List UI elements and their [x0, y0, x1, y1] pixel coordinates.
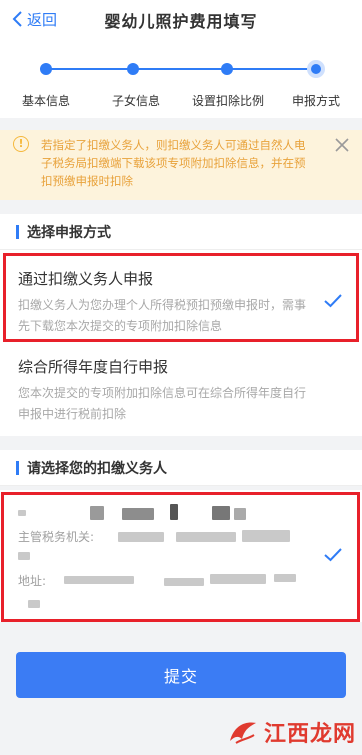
- blurred-name: [122, 508, 154, 520]
- nav-bar: 返回 婴幼儿照护费用填写: [0, 0, 362, 40]
- submit-button[interactable]: 提交: [16, 652, 346, 698]
- blurred-name: [234, 508, 246, 520]
- check-icon: [324, 294, 342, 308]
- close-icon[interactable]: [334, 137, 350, 153]
- blurred-address: [64, 576, 134, 584]
- blurred-tax-office: [118, 532, 164, 542]
- step-dot-3: [221, 63, 233, 75]
- blurred-tax-office: [242, 530, 290, 542]
- address-label: 地址:: [18, 574, 47, 588]
- option-title: 通过扣缴义务人申报: [18, 270, 154, 288]
- method-section-title: 选择申报方式: [27, 224, 111, 241]
- step-label-basic-info: 基本信息: [21, 94, 71, 108]
- blurred-name: [212, 506, 230, 520]
- option-desc: 扣缴义务人为您办理个人所得税预扣预缴申报时，需事先下载您本次提交的专项附加扣除信…: [18, 298, 307, 333]
- blurred-address: [210, 574, 266, 584]
- blurred-address: [164, 578, 204, 586]
- option-title: 综合所得年度自行申报: [18, 358, 169, 376]
- watermark: 江西龙网: [226, 708, 362, 755]
- payer-section-title: 请选择您的扣缴义务人: [27, 460, 167, 477]
- notice-banner: ! 若指定了扣缴义务人，则扣缴义务人可通过自然人电子税务局扣缴端下载该项专项附加…: [0, 130, 362, 200]
- step-label-child-info: 子女信息: [111, 94, 161, 108]
- method-section-header: 选择申报方式: [0, 214, 362, 250]
- option-withholding-agent[interactable]: 通过扣缴义务人申报 扣缴义务人为您办理个人所得税预扣预缴申报时，需事先下载您本次…: [0, 250, 362, 342]
- payer-section-header: 请选择您的扣缴义务人: [0, 450, 362, 486]
- blurred-tax-office: [18, 552, 30, 560]
- section-marker: [16, 224, 19, 239]
- page-title: 婴幼儿照护费用填写: [104, 12, 258, 31]
- section-marker: [16, 460, 19, 475]
- option-desc: 您本次提交的专项附加扣除信息可在综合所得年度自行申报中进行税前扣除: [18, 386, 307, 421]
- blurred-name: [170, 504, 178, 520]
- notice-text: 若指定了扣缴义务人，则扣缴义务人可通过自然人电子税务局扣缴端下载该项专项附加扣除…: [41, 138, 306, 188]
- step-dot-1: [40, 63, 52, 75]
- dragon-logo-icon: [230, 722, 256, 744]
- watermark-text: 江西龙网: [264, 721, 357, 747]
- check-icon: [324, 548, 342, 562]
- blurred-address: [274, 574, 296, 582]
- step-dot-2: [127, 63, 139, 75]
- progress-steps: 基本信息 子女信息 设置扣除比例 申报方式: [0, 40, 362, 118]
- blurred-name: [18, 510, 26, 516]
- step-label-filing-method: 申报方式: [291, 94, 341, 108]
- tax-office-label: 主管税务机关:: [18, 530, 95, 544]
- blurred-name: [90, 506, 104, 520]
- withholding-agent-card[interactable]: 主管税务机关: 地址:: [0, 490, 362, 622]
- step-dot-current: [307, 60, 325, 78]
- blurred-tax-office: [176, 532, 236, 542]
- blurred-address: [28, 600, 40, 608]
- option-self-filing[interactable]: 综合所得年度自行申报 您本次提交的专项附加扣除信息可在综合所得年度自行申报中进行…: [0, 342, 362, 436]
- step-label-deduction-ratio: 设置扣除比例: [191, 94, 265, 108]
- info-icon: !: [13, 136, 29, 152]
- progress-line: [46, 68, 316, 70]
